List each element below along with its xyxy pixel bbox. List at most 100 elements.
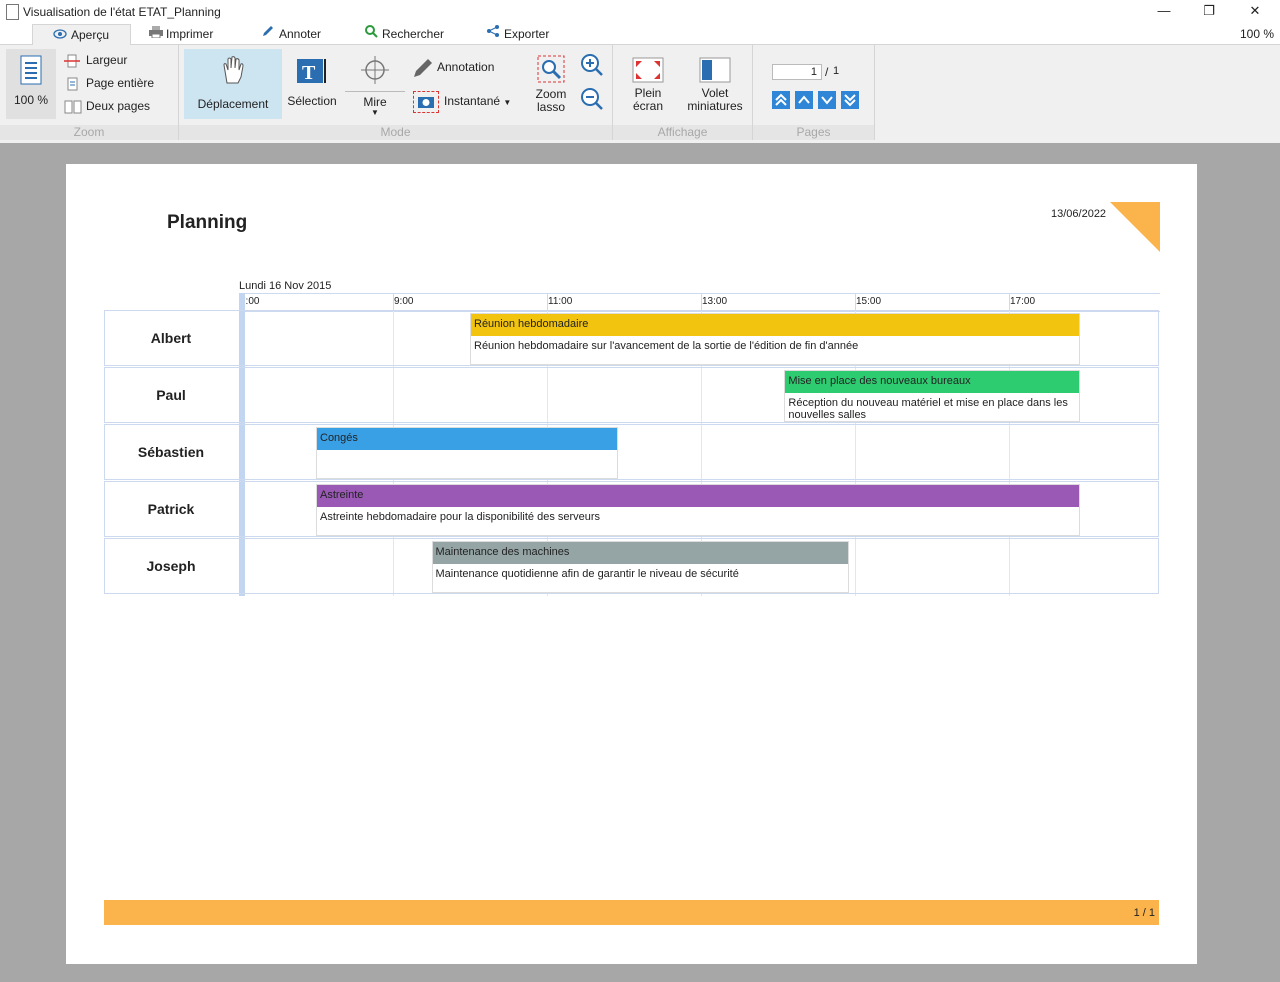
deux-pages-button[interactable]: Deux pages [64,97,150,115]
footer-band: 1 / 1 [104,900,1159,925]
group-affichage-label: Affichage [613,125,752,140]
largeur-label: Largeur [86,53,128,67]
volet-miniatures-button[interactable]: Volet miniatures [681,49,749,119]
zoom-out-icon [580,88,604,114]
event-description: Maintenance quotidienne afin de garantir… [435,568,739,580]
event-description: Réception du nouveau matériel et mise en… [788,397,1068,421]
planning-event[interactable]: Congés [316,427,618,479]
zoom-out-button[interactable] [579,87,605,113]
group-pages: 1 / 1 Pages [753,45,875,140]
chevron-down-icon: ▼ [503,98,512,108]
group-affichage: Plein écran Volet miniatures Affichage [613,45,753,140]
restore-button[interactable]: ❐ [1194,2,1224,20]
zoom-lasso-button[interactable]: Zoom lasso [525,49,577,119]
planning-grid: Albert Paul Sébastien Patrick Joseph Réunion … [104,293,1160,596]
zoom-in-icon [580,54,604,80]
preview-area[interactable]: Planning 13/06/2022 Lundi 16 Nov 2015 7:… [0,143,1280,982]
page-entiere-button[interactable]: Page entière [64,74,154,92]
mire-button[interactable]: Mire ▼ [345,49,405,119]
group-zoom-label: Zoom [0,125,178,140]
selection-button[interactable]: T Sélection [283,49,341,119]
title-bar: Visualisation de l'état ETAT_Planning — … [0,0,1280,23]
search-icon [364,24,378,44]
tab-label: Annoter [279,27,322,41]
plein-ecran-button[interactable]: Plein écran [617,49,679,119]
tab-imprimer[interactable]: Imprimer [142,24,219,44]
footer-page-number: 1 / 1 [1133,907,1155,919]
annotation-label: Annotation [437,60,495,75]
tab-label: Imprimer [166,27,214,41]
text-select-icon: T [295,57,329,85]
chevrons-up-icon [772,93,790,112]
event-title: Maintenance des machines [432,542,848,564]
tab-apercu[interactable]: Aperçu [32,24,131,45]
zoom-100-button[interactable]: 100 % [6,49,56,119]
fit-width-icon [64,54,80,68]
planning-event[interactable]: Astreinte Astreinte hebdomadaire pour la … [316,484,1080,536]
report-page: Planning 13/06/2022 Lundi 16 Nov 2015 7:… [66,164,1197,964]
close-button[interactable]: ✕ [1240,2,1270,20]
eye-icon [53,25,67,45]
hour-label: 15:00 [856,296,882,307]
planning-event[interactable]: Réunion hebdomadaire Réunion hebdomadaire… [470,313,1080,365]
person-name: Patrick [147,501,195,517]
annotation-button[interactable]: Annotation [411,57,495,77]
chevron-up-icon [795,95,813,112]
printer-icon [148,24,163,44]
zoom-level: 100 % [1239,27,1274,41]
report-title: Planning [167,212,248,233]
page-number-input[interactable]: 1 [772,64,822,80]
zoom-lasso-icon [537,55,565,85]
hour-label: 9:00 [394,296,414,307]
planning-event[interactable]: Mise en place des nouveaux bureaux Récept… [784,370,1080,422]
thumbnail-pane-icon [699,57,731,83]
planning-event[interactable]: Maintenance des machines Maintenance quot… [431,541,849,593]
minimize-button[interactable]: — [1149,2,1179,20]
chevron-down-icon: ▼ [371,108,379,117]
last-page-button[interactable] [841,91,859,109]
event-description: Astreinte hebdomadaire pour la disponibi… [320,511,601,523]
page-total: 1 [833,65,840,77]
tab-label: Aperçu [71,28,110,42]
person-name: Sébastien [137,444,205,460]
mire-label: Mire [345,91,405,109]
group-mode: Déplacement T Sélection Mire ▼ Annotatio… [179,45,613,140]
ribbon: 100 % Largeur Page entière Deux pages Zo… [0,45,1280,140]
planning-row [104,424,1159,480]
next-page-button[interactable] [818,91,836,109]
event-description: Réunion hebdomadaire sur l'avancement de… [474,340,859,352]
zoom-percent-label: 100 % [13,93,49,107]
deux-pages-label: Deux pages [86,99,151,113]
pencil-icon [261,24,275,44]
camera-icon [413,91,439,113]
chevron-down-icon [818,96,836,112]
person-name: Albert [150,330,192,346]
deplacement-button[interactable]: Déplacement [184,49,282,119]
tab-rechercher[interactable]: Rechercher [358,24,450,44]
chevrons-down-icon [841,94,859,112]
event-title: Réunion hebdomadaire [471,314,1079,336]
share-icon [486,24,500,44]
largeur-button[interactable]: Largeur [64,51,127,69]
group-mode-label: Mode [179,125,612,140]
group-pages-label: Pages [753,125,874,140]
hour-label: 13:00 [702,296,728,307]
tab-bar: Aperçu Imprimer Annoter Rechercher Expor… [0,23,1280,45]
plein-ecran-label-2: écran [632,99,664,113]
instantane-button[interactable]: Instantané ▼ [413,91,512,113]
tab-annoter[interactable]: Annoter [255,24,327,44]
tab-exporter[interactable]: Exporter [480,24,555,44]
first-page-button[interactable] [772,91,790,109]
crosshair-icon [360,55,390,85]
previous-page-button[interactable] [795,91,813,109]
tab-label: Rechercher [382,27,445,41]
page-zoom-icon [19,55,43,85]
group-zoom: 100 % Largeur Page entière Deux pages Zo… [0,45,179,140]
two-pages-icon [64,100,82,114]
day-label: Lundi 16 Nov 2015 [239,280,332,292]
zoom-in-button[interactable] [579,53,605,79]
event-description [317,450,617,454]
marker-icon [411,57,435,79]
page-entiere-label: Page entière [86,76,155,90]
deplacement-label: Déplacement [197,97,269,111]
